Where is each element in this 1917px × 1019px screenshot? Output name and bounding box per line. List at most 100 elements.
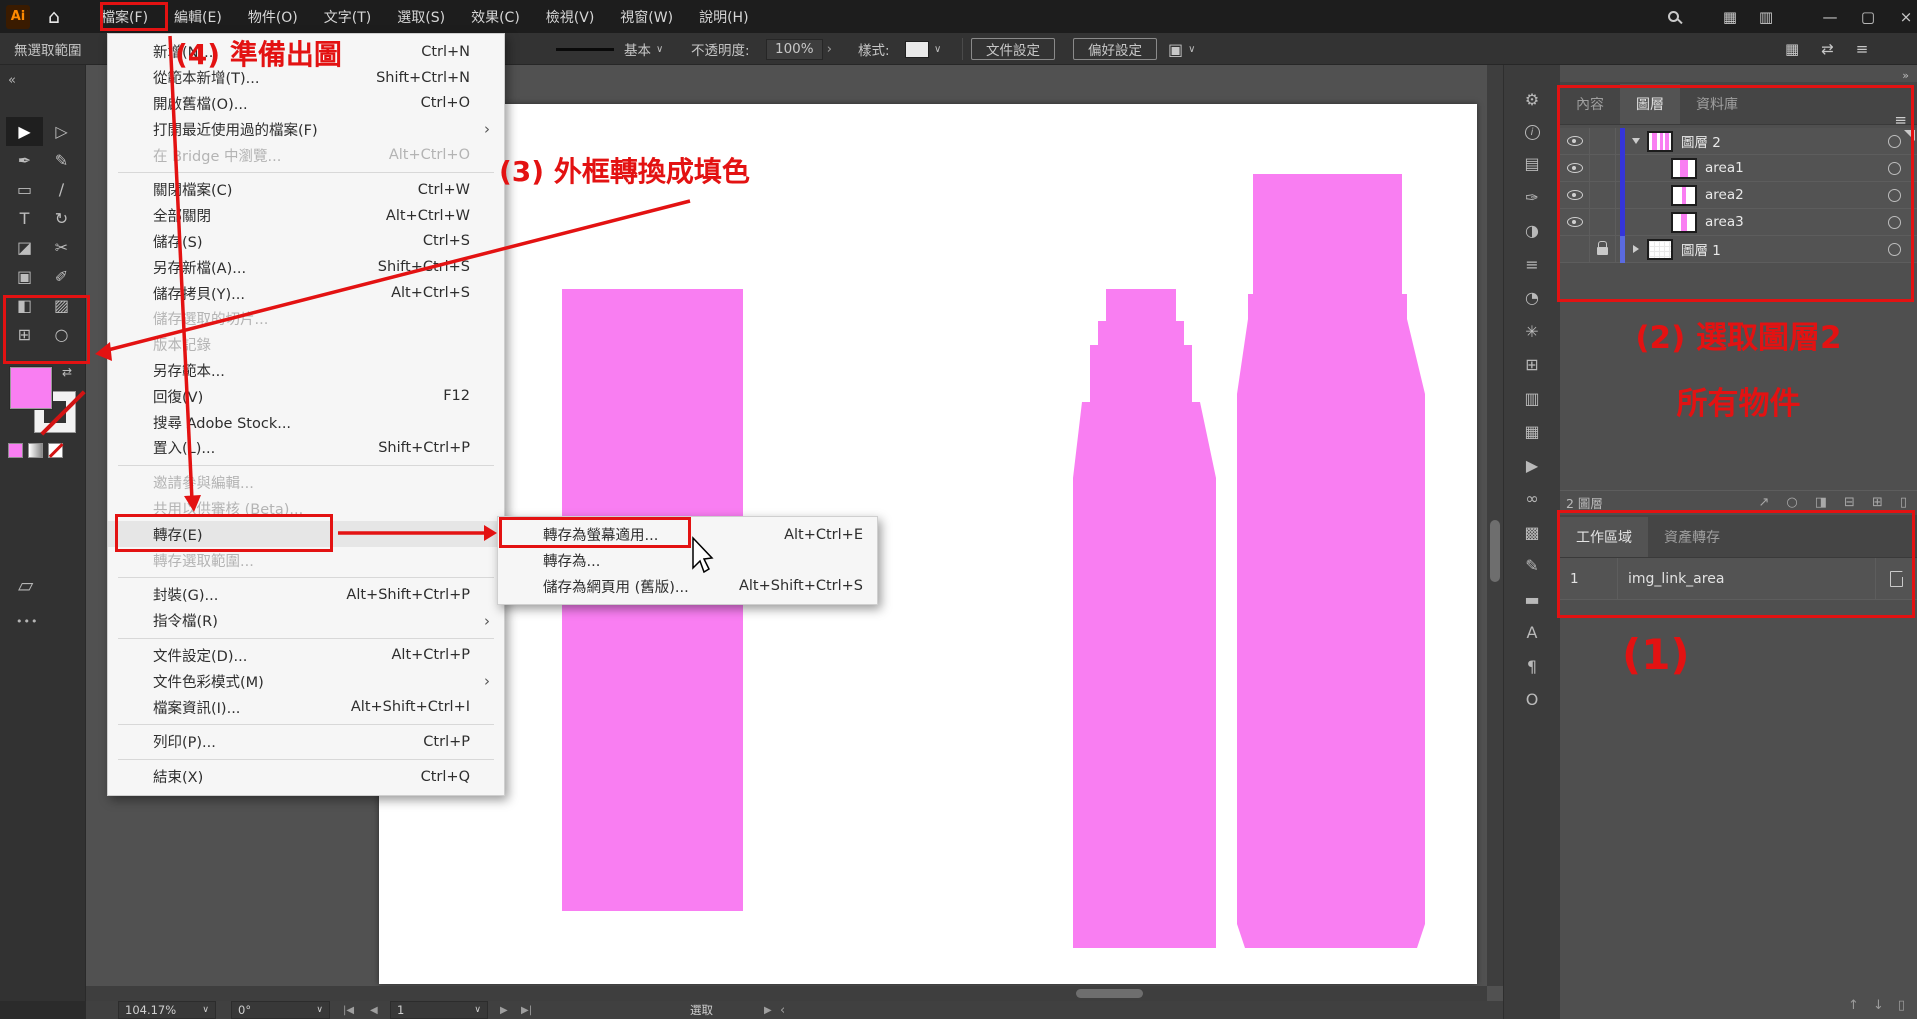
grid-panel-icon[interactable]: ⊞ xyxy=(1525,356,1538,374)
artboard-number-dropdown[interactable]: 1∨ xyxy=(390,1001,488,1019)
visibility-toggle[interactable] xyxy=(1560,182,1590,209)
swatches-panel-icon[interactable]: ▦ xyxy=(1524,423,1539,441)
rotation-dropdown[interactable]: 0°∨ xyxy=(231,1001,330,1019)
mesh-tool[interactable]: ▨ xyxy=(43,291,80,320)
file-menu-item[interactable]: 指令檔(R) › xyxy=(108,608,504,634)
lock-toggle[interactable] xyxy=(1590,236,1616,263)
file-menu-item[interactable]: 關閉檔案(C) Ctrl+W xyxy=(108,177,504,203)
panel-tab[interactable]: 資產轉存 xyxy=(1648,517,1736,557)
visibility-toggle[interactable] xyxy=(1560,128,1590,155)
artboard-row[interactable]: 1 img_link_area xyxy=(1560,558,1917,600)
menubar-item[interactable]: 文字(T) xyxy=(311,1,384,33)
file-menu-item[interactable]: 版本記錄 xyxy=(108,332,504,358)
panel-layout-icon[interactable]: ▥ xyxy=(1748,0,1784,33)
selection-tool[interactable]: ▶ xyxy=(6,117,43,146)
grid-view-icon[interactable]: ▦ xyxy=(1785,40,1799,58)
file-menu-item[interactable]: 文件設定(D)... Alt+Ctrl+P xyxy=(108,643,504,669)
preferences-button[interactable]: 偏好設定 xyxy=(1073,33,1157,65)
paragraph-panel-icon[interactable]: ¶ xyxy=(1527,658,1537,676)
scissors-tool[interactable]: ✂ xyxy=(43,233,80,262)
layer-row[interactable]: 圖層 1 xyxy=(1560,236,1917,263)
menubar-item[interactable]: 選取(S) xyxy=(384,1,458,33)
visibility-toggle[interactable] xyxy=(1560,155,1590,182)
file-menu-item[interactable]: 開啟舊檔(O)... Ctrl+O xyxy=(108,91,504,117)
file-menu-item[interactable]: 在 Bridge 中瀏覽... Alt+Ctrl+O xyxy=(108,142,504,168)
stroke-style-dropdown[interactable]: 基本∨ xyxy=(624,33,663,65)
file-menu-item[interactable]: 文件色彩模式(M) › xyxy=(108,668,504,694)
file-menu-item[interactable]: 檔案資訊(I)... Alt+Shift+Ctrl+I xyxy=(108,694,504,720)
shape-builder-tool[interactable]: ▣ xyxy=(6,262,43,291)
menubar-item[interactable]: 物件(O) xyxy=(235,1,311,33)
file-menu-item[interactable]: 打開最近使用過的檔案(F) › xyxy=(108,116,504,142)
eraser-tool[interactable]: ◪ xyxy=(6,233,43,262)
arrange-docs-icon[interactable]: ⇄ xyxy=(1821,40,1834,58)
swap-fill-stroke-icon[interactable]: ⇄ xyxy=(62,365,72,379)
layer-name[interactable]: area2 xyxy=(1705,187,1888,203)
artboard-nav-first[interactable]: |◀ xyxy=(343,1001,354,1019)
panel-tab[interactable]: 內容 xyxy=(1560,84,1620,124)
style-swatch-dropdown[interactable]: ∨ xyxy=(905,33,941,65)
rectangle-tool[interactable]: ▭ xyxy=(6,175,43,204)
zoom-tool[interactable]: ○ xyxy=(43,320,80,349)
delete-artboard-icon[interactable]: ▯ xyxy=(1898,998,1905,1013)
menubar-item[interactable]: 檔案(F) xyxy=(88,1,161,33)
layer-name[interactable]: area3 xyxy=(1705,214,1888,230)
expand-toggle[interactable] xyxy=(1625,138,1647,144)
layer-name[interactable]: area1 xyxy=(1705,160,1888,176)
file-menu-item[interactable]: 儲存選取的切片... xyxy=(108,306,504,332)
opacity-field[interactable]: 100%› xyxy=(762,33,832,65)
minimize-button[interactable]: — xyxy=(1812,0,1848,33)
file-menu-item[interactable]: 儲存(S) Ctrl+S xyxy=(108,229,504,255)
ink-icon[interactable]: ✑ xyxy=(1525,189,1538,207)
restore-button[interactable]: ▢ xyxy=(1850,0,1886,33)
target-circle[interactable] xyxy=(1888,162,1901,175)
file-menu-item[interactable]: 搜尋 Adobe Stock... xyxy=(108,409,504,435)
menubar-item[interactable]: 編輯(E) xyxy=(161,1,235,33)
links-panel-icon[interactable]: ∞ xyxy=(1525,490,1538,508)
lock-toggle[interactable] xyxy=(1590,182,1616,209)
panel-tab[interactable]: 圖層 xyxy=(1620,84,1680,124)
properties-gear-icon[interactable]: ⚙ xyxy=(1525,91,1539,109)
layer-name[interactable]: 圖層 2 xyxy=(1681,131,1888,151)
file-menu-item[interactable]: 全部關閉 Alt+Ctrl+W xyxy=(108,203,504,229)
lock-toggle[interactable] xyxy=(1590,209,1616,236)
file-menu-item[interactable]: 邀請參與編輯... xyxy=(108,470,504,496)
gradient-mode-icon[interactable] xyxy=(28,443,43,458)
file-menu-item[interactable]: 回復(V) F12 xyxy=(108,383,504,409)
file-menu-item[interactable]: 封裝(G)... Alt+Shift+Ctrl+P xyxy=(108,582,504,608)
layers-menu-icon[interactable]: ≡ xyxy=(1894,111,1907,129)
visibility-toggle[interactable] xyxy=(1560,236,1590,263)
search-icon[interactable] xyxy=(1668,0,1679,33)
type-tool[interactable]: T xyxy=(6,204,43,233)
draw-mode-icon[interactable]: ▱ xyxy=(18,573,33,597)
move-up-icon[interactable]: ↑ xyxy=(1848,998,1859,1013)
close-button[interactable]: × xyxy=(1888,0,1917,33)
horizontal-scrollbar-thumb[interactable] xyxy=(1076,989,1143,998)
target-circle[interactable] xyxy=(1888,135,1901,148)
menubar-item[interactable]: 視窗(W) xyxy=(607,1,686,33)
layer-row[interactable]: area1 xyxy=(1560,155,1917,182)
lock-toggle[interactable] xyxy=(1590,128,1616,155)
home-icon[interactable]: ⌂ xyxy=(48,6,60,28)
locate-icon[interactable]: ○ xyxy=(1786,495,1797,510)
info-icon[interactable]: i xyxy=(1525,125,1540,140)
brushes-panel-icon[interactable]: ✎ xyxy=(1525,557,1538,575)
actions-panel-icon[interactable]: ▶ xyxy=(1526,457,1538,475)
line-segment-tool[interactable]: ∕ xyxy=(43,175,80,204)
gradient-panel-icon[interactable]: ▬ xyxy=(1524,591,1539,609)
artboard-nav-prev[interactable]: ◀ xyxy=(370,1001,378,1019)
artboard-name[interactable]: img_link_area xyxy=(1618,558,1876,600)
move-down-icon[interactable]: ↓ xyxy=(1873,998,1884,1013)
file-menu-item[interactable]: 另存範本... xyxy=(108,358,504,384)
new-sublayer-icon[interactable]: ⊟ xyxy=(1844,495,1855,510)
status-collapse-icon[interactable]: ‹ xyxy=(780,1001,785,1019)
file-menu-item[interactable] xyxy=(108,720,504,729)
fill-color-swatch[interactable] xyxy=(10,367,52,409)
vertical-scrollbar[interactable] xyxy=(1487,65,1503,986)
panel-collapse-icon[interactable]: » xyxy=(1902,69,1909,82)
gradient-sphere-icon[interactable]: ◑ xyxy=(1525,222,1539,240)
menubar-item[interactable]: 說明(H) xyxy=(686,1,761,33)
delete-layer-icon[interactable]: ▯ xyxy=(1900,495,1907,510)
expand-toggle[interactable] xyxy=(1625,245,1647,253)
flare-icon[interactable]: ✳ xyxy=(1525,323,1538,341)
